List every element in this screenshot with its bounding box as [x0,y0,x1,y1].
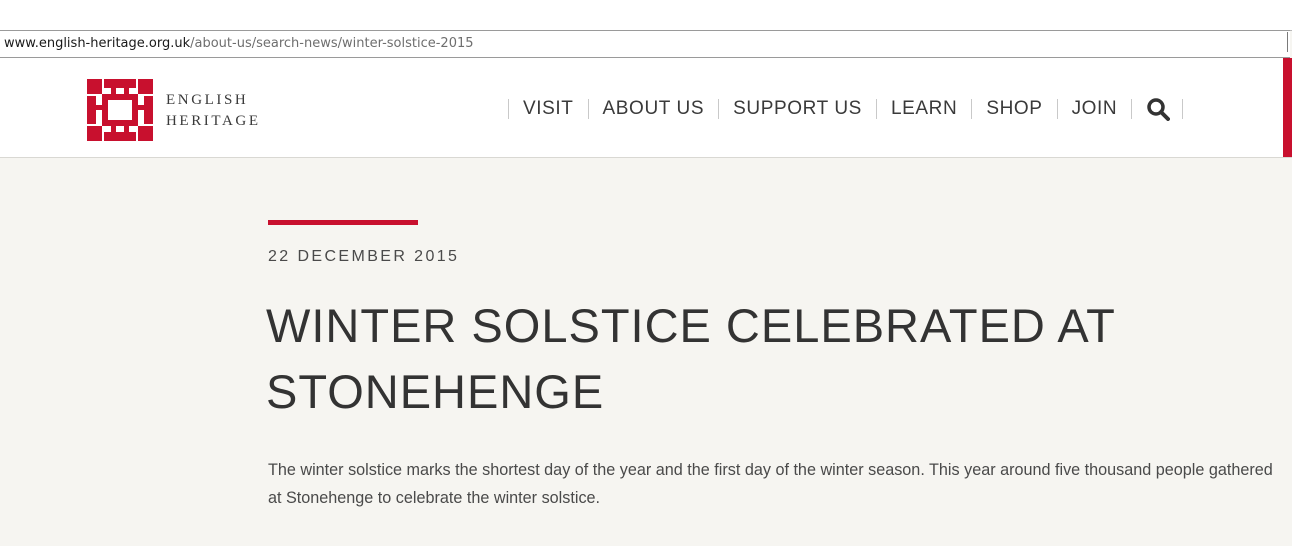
address-bar[interactable]: www.english-heritage.org.uk/about-us/sea… [0,30,1290,58]
article-body: The winter solstice marks the shortest d… [268,461,1273,507]
address-bar-scroll [1287,32,1292,52]
main-nav: VISIT ABOUT US SUPPORT US LEARN SHOP JOI… [508,97,1184,121]
nav-item-shop[interactable]: SHOP [972,97,1056,121]
site-header: ENGLISH HERITAGE VISIT ABOUT US SUPPORT … [0,58,1292,158]
nav-divider [1182,99,1184,119]
browser-toolbar [0,0,1292,31]
brand-line-1: ENGLISH [166,92,249,108]
nav-item-about-us[interactable]: ABOUT US [589,97,719,121]
brand-name[interactable]: ENGLISH HERITAGE [166,90,261,132]
url-path: /about-us/search-news/winter-solstice-20… [190,36,474,51]
english-heritage-logo-icon[interactable] [87,79,153,141]
article-title: WINTER SOLSTICE CELEBRATED AT STONEHENGE [266,299,1116,418]
nav-item-support-us[interactable]: SUPPORT US [719,97,876,121]
search-button[interactable] [1132,97,1182,121]
url-domain: www.english-heritage.org.uk [4,36,191,51]
nav-item-visit[interactable]: VISIT [509,97,588,121]
search-icon [1147,98,1171,121]
brand-line-2: HERITAGE [166,113,261,129]
nav-item-learn[interactable]: LEARN [877,97,971,121]
article-accent-line [268,220,418,225]
nav-item-join[interactable]: JOIN [1058,97,1132,121]
header-accent-edge [1283,58,1292,157]
article-date: 22 DECEMBER 2015 [268,248,460,265]
